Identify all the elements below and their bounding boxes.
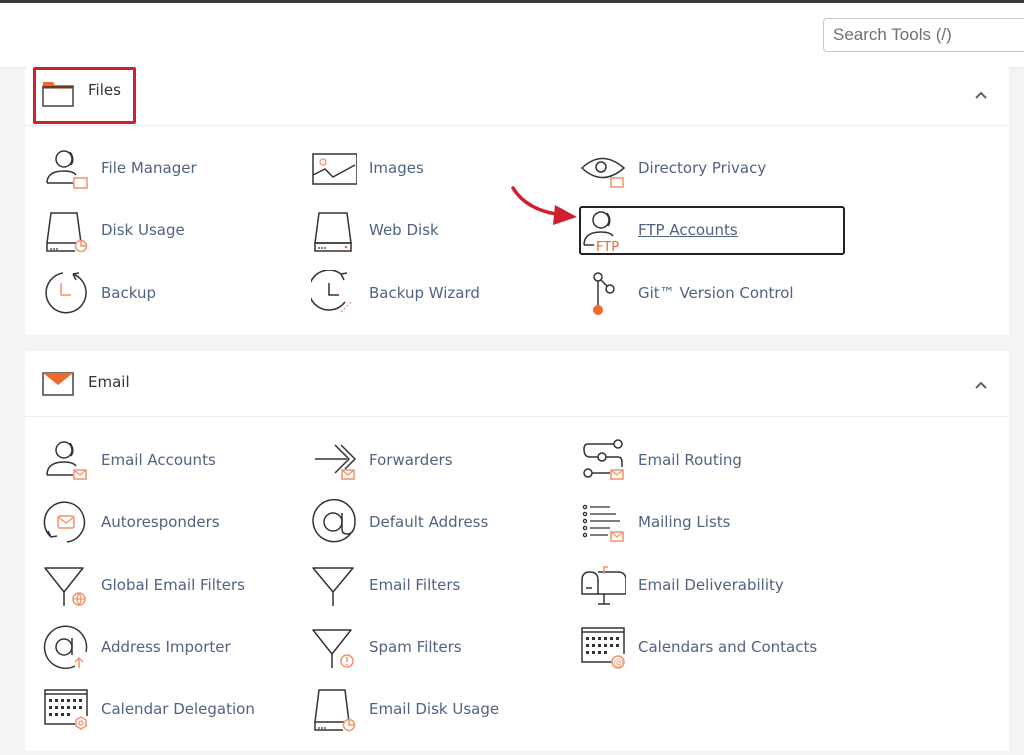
tool-calendars-and-contacts[interactable]: @ Calendars and Contacts <box>580 622 817 672</box>
chevron-up-icon[interactable] <box>973 87 989 103</box>
files-annotation-box <box>33 67 136 124</box>
tool-label: Spam Filters <box>369 638 462 656</box>
tool-email-deliverability[interactable]: Email Deliverability <box>580 560 784 610</box>
tool-spam-filters[interactable]: Spam Filters <box>311 622 462 672</box>
mailing-lists-icon <box>582 504 624 542</box>
tool-label: Autoresponders <box>101 513 220 531</box>
tool-label: Calendars and Contacts <box>638 638 818 656</box>
directory-privacy-icon <box>580 157 626 188</box>
email-panel-header[interactable]: Email <box>25 351 1009 417</box>
tool-email-accounts[interactable]: Email Accounts <box>43 435 216 485</box>
tool-email-routing[interactable]: Email Routing <box>580 435 742 485</box>
tool-mailing-lists[interactable]: Mailing Lists <box>580 497 730 547</box>
tool-label: Git™ Version Control <box>638 284 794 302</box>
email-section-title: Email <box>88 373 130 391</box>
address-importer-icon <box>43 625 88 669</box>
email-deliverability-icon <box>581 566 626 605</box>
tool-address-importer[interactable]: Address Importer <box>43 622 231 672</box>
tool-label: Email Accounts <box>101 451 216 469</box>
tool-label: Web Disk <box>369 221 439 239</box>
tool-images[interactable]: Images <box>311 143 424 193</box>
top-bar <box>0 3 1024 67</box>
tool-label: Global Email Filters <box>101 576 245 594</box>
calendar-delegation-icon <box>44 689 88 730</box>
tool-directory-privacy[interactable]: Directory Privacy <box>580 143 766 193</box>
calendars-contacts-icon: @ <box>581 627 625 669</box>
backup-wizard-icon <box>311 270 352 313</box>
tool-autoresponders[interactable]: Autoresponders <box>43 497 220 547</box>
git-icon <box>593 272 615 315</box>
files-panel-header[interactable]: Files <box>25 67 1009 126</box>
tool-forwarders[interactable]: Forwarders <box>311 435 453 485</box>
email-accounts-icon <box>46 441 87 480</box>
tool-label: Mailing Lists <box>638 513 731 531</box>
tool-label: Default Address <box>369 513 489 531</box>
autoresponders-icon <box>43 501 86 543</box>
tool-label: Calendar Delegation <box>101 700 255 718</box>
email-filters-icon <box>312 567 354 606</box>
envelope-icon <box>42 372 74 396</box>
search-tools-input[interactable] <box>823 18 1024 52</box>
tool-label: File Manager <box>101 159 197 177</box>
tool-label: Disk Usage <box>101 221 185 239</box>
tool-email-disk-usage[interactable]: Email Disk Usage <box>311 684 499 734</box>
email-disk-usage-icon <box>314 689 356 732</box>
red-arrow-annotation <box>511 186 577 225</box>
images-icon <box>312 153 357 185</box>
tool-email-filters[interactable]: Email Filters <box>311 560 460 610</box>
tool-disk-usage[interactable]: Disk Usage <box>43 205 185 255</box>
forwarders-icon <box>315 444 357 480</box>
tool-label: Backup Wizard <box>369 284 480 302</box>
tool-web-disk[interactable]: Web Disk <box>311 205 439 255</box>
tool-label: Email Routing <box>638 451 742 469</box>
tool-calendar-delegation[interactable]: Calendar Delegation <box>43 684 255 734</box>
file-manager-icon <box>46 150 88 189</box>
tool-label: Address Importer <box>101 638 231 656</box>
web-disk-icon <box>314 212 352 252</box>
chevron-up-icon[interactable] <box>973 377 989 393</box>
tool-label: Forwarders <box>369 451 453 469</box>
ftp-highlight-box <box>579 206 845 255</box>
disk-usage-icon <box>46 212 88 253</box>
svg-text:@: @ <box>614 658 624 669</box>
global-email-filters-icon <box>44 567 86 607</box>
tool-label: Email Disk Usage <box>369 700 500 718</box>
tool-label: Email Filters <box>369 576 461 594</box>
tool-backup[interactable]: Backup <box>43 268 156 318</box>
tool-file-manager[interactable]: File Manager <box>43 143 197 193</box>
tool-label: Backup <box>101 284 156 302</box>
default-address-icon <box>312 499 356 543</box>
backup-icon <box>45 272 87 314</box>
tool-label: Directory Privacy <box>638 159 767 177</box>
spam-filters-icon <box>312 629 354 668</box>
tool-default-address[interactable]: Default Address <box>311 497 488 547</box>
email-routing-icon <box>583 439 624 480</box>
tool-label: Email Deliverability <box>638 576 784 594</box>
tool-git-version-control[interactable]: Git™ Version Control <box>580 268 794 318</box>
tool-label: Images <box>369 159 424 177</box>
tool-backup-wizard[interactable]: Backup Wizard <box>311 268 480 318</box>
tool-global-email-filters[interactable]: Global Email Filters <box>43 560 245 610</box>
